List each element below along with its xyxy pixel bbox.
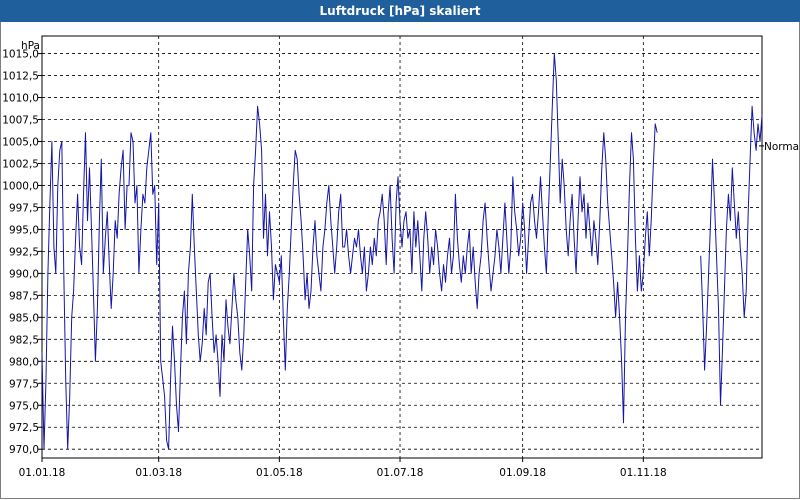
y-tick-label: 990,0 bbox=[9, 268, 39, 280]
annotation-label: Normal bbox=[764, 141, 800, 153]
line-chart: 970,0 972,5 975,0 977,5 980,0 982,5 985,0 987,5… bbox=[2, 35, 800, 479]
x-tick-label: 01.11.18 bbox=[620, 467, 667, 479]
x-axis: 01.01.18 01.03.18 01.05.18 01.07.18 01.09.18… bbox=[19, 458, 667, 479]
y-tick-label: 995,0 bbox=[9, 224, 39, 236]
y-tick-label: 1012,5 bbox=[2, 71, 39, 83]
x-tick-label: 01.03.18 bbox=[135, 467, 182, 479]
x-tick-label: 01.07.18 bbox=[377, 467, 424, 479]
y-tick-label: 1005,0 bbox=[2, 137, 39, 149]
y-tick-label: 982,5 bbox=[9, 334, 39, 346]
y-tick-label: 1007,5 bbox=[2, 115, 39, 127]
y-tick-label: 987,5 bbox=[9, 290, 39, 302]
y-tick-label: 977,5 bbox=[9, 378, 39, 390]
x-tick-label: 01.01.18 bbox=[19, 467, 66, 479]
y-tick-label: 1000,0 bbox=[2, 180, 39, 192]
y-tick-label: 992,5 bbox=[9, 246, 39, 258]
x-tick-label: 01.09.18 bbox=[499, 467, 546, 479]
y-tick-label: 985,0 bbox=[9, 312, 39, 324]
y-axis: 970,0 972,5 975,0 977,5 980,0 982,5 985,0 987,5… bbox=[2, 49, 42, 456]
y-tick-label: 980,0 bbox=[9, 356, 39, 368]
y-tick-label: 997,5 bbox=[9, 202, 39, 214]
x-tick-label: 01.05.18 bbox=[256, 467, 303, 479]
y-tick-label: 972,5 bbox=[9, 422, 39, 434]
annotation: Normal bbox=[759, 141, 800, 153]
y-tick-label: 1010,0 bbox=[2, 93, 39, 105]
y-tick-label: 975,0 bbox=[9, 400, 39, 412]
y-tick-label: 1002,5 bbox=[2, 158, 39, 170]
y-tick-label: 970,0 bbox=[9, 444, 39, 456]
y-axis-label: hPa bbox=[21, 40, 40, 52]
